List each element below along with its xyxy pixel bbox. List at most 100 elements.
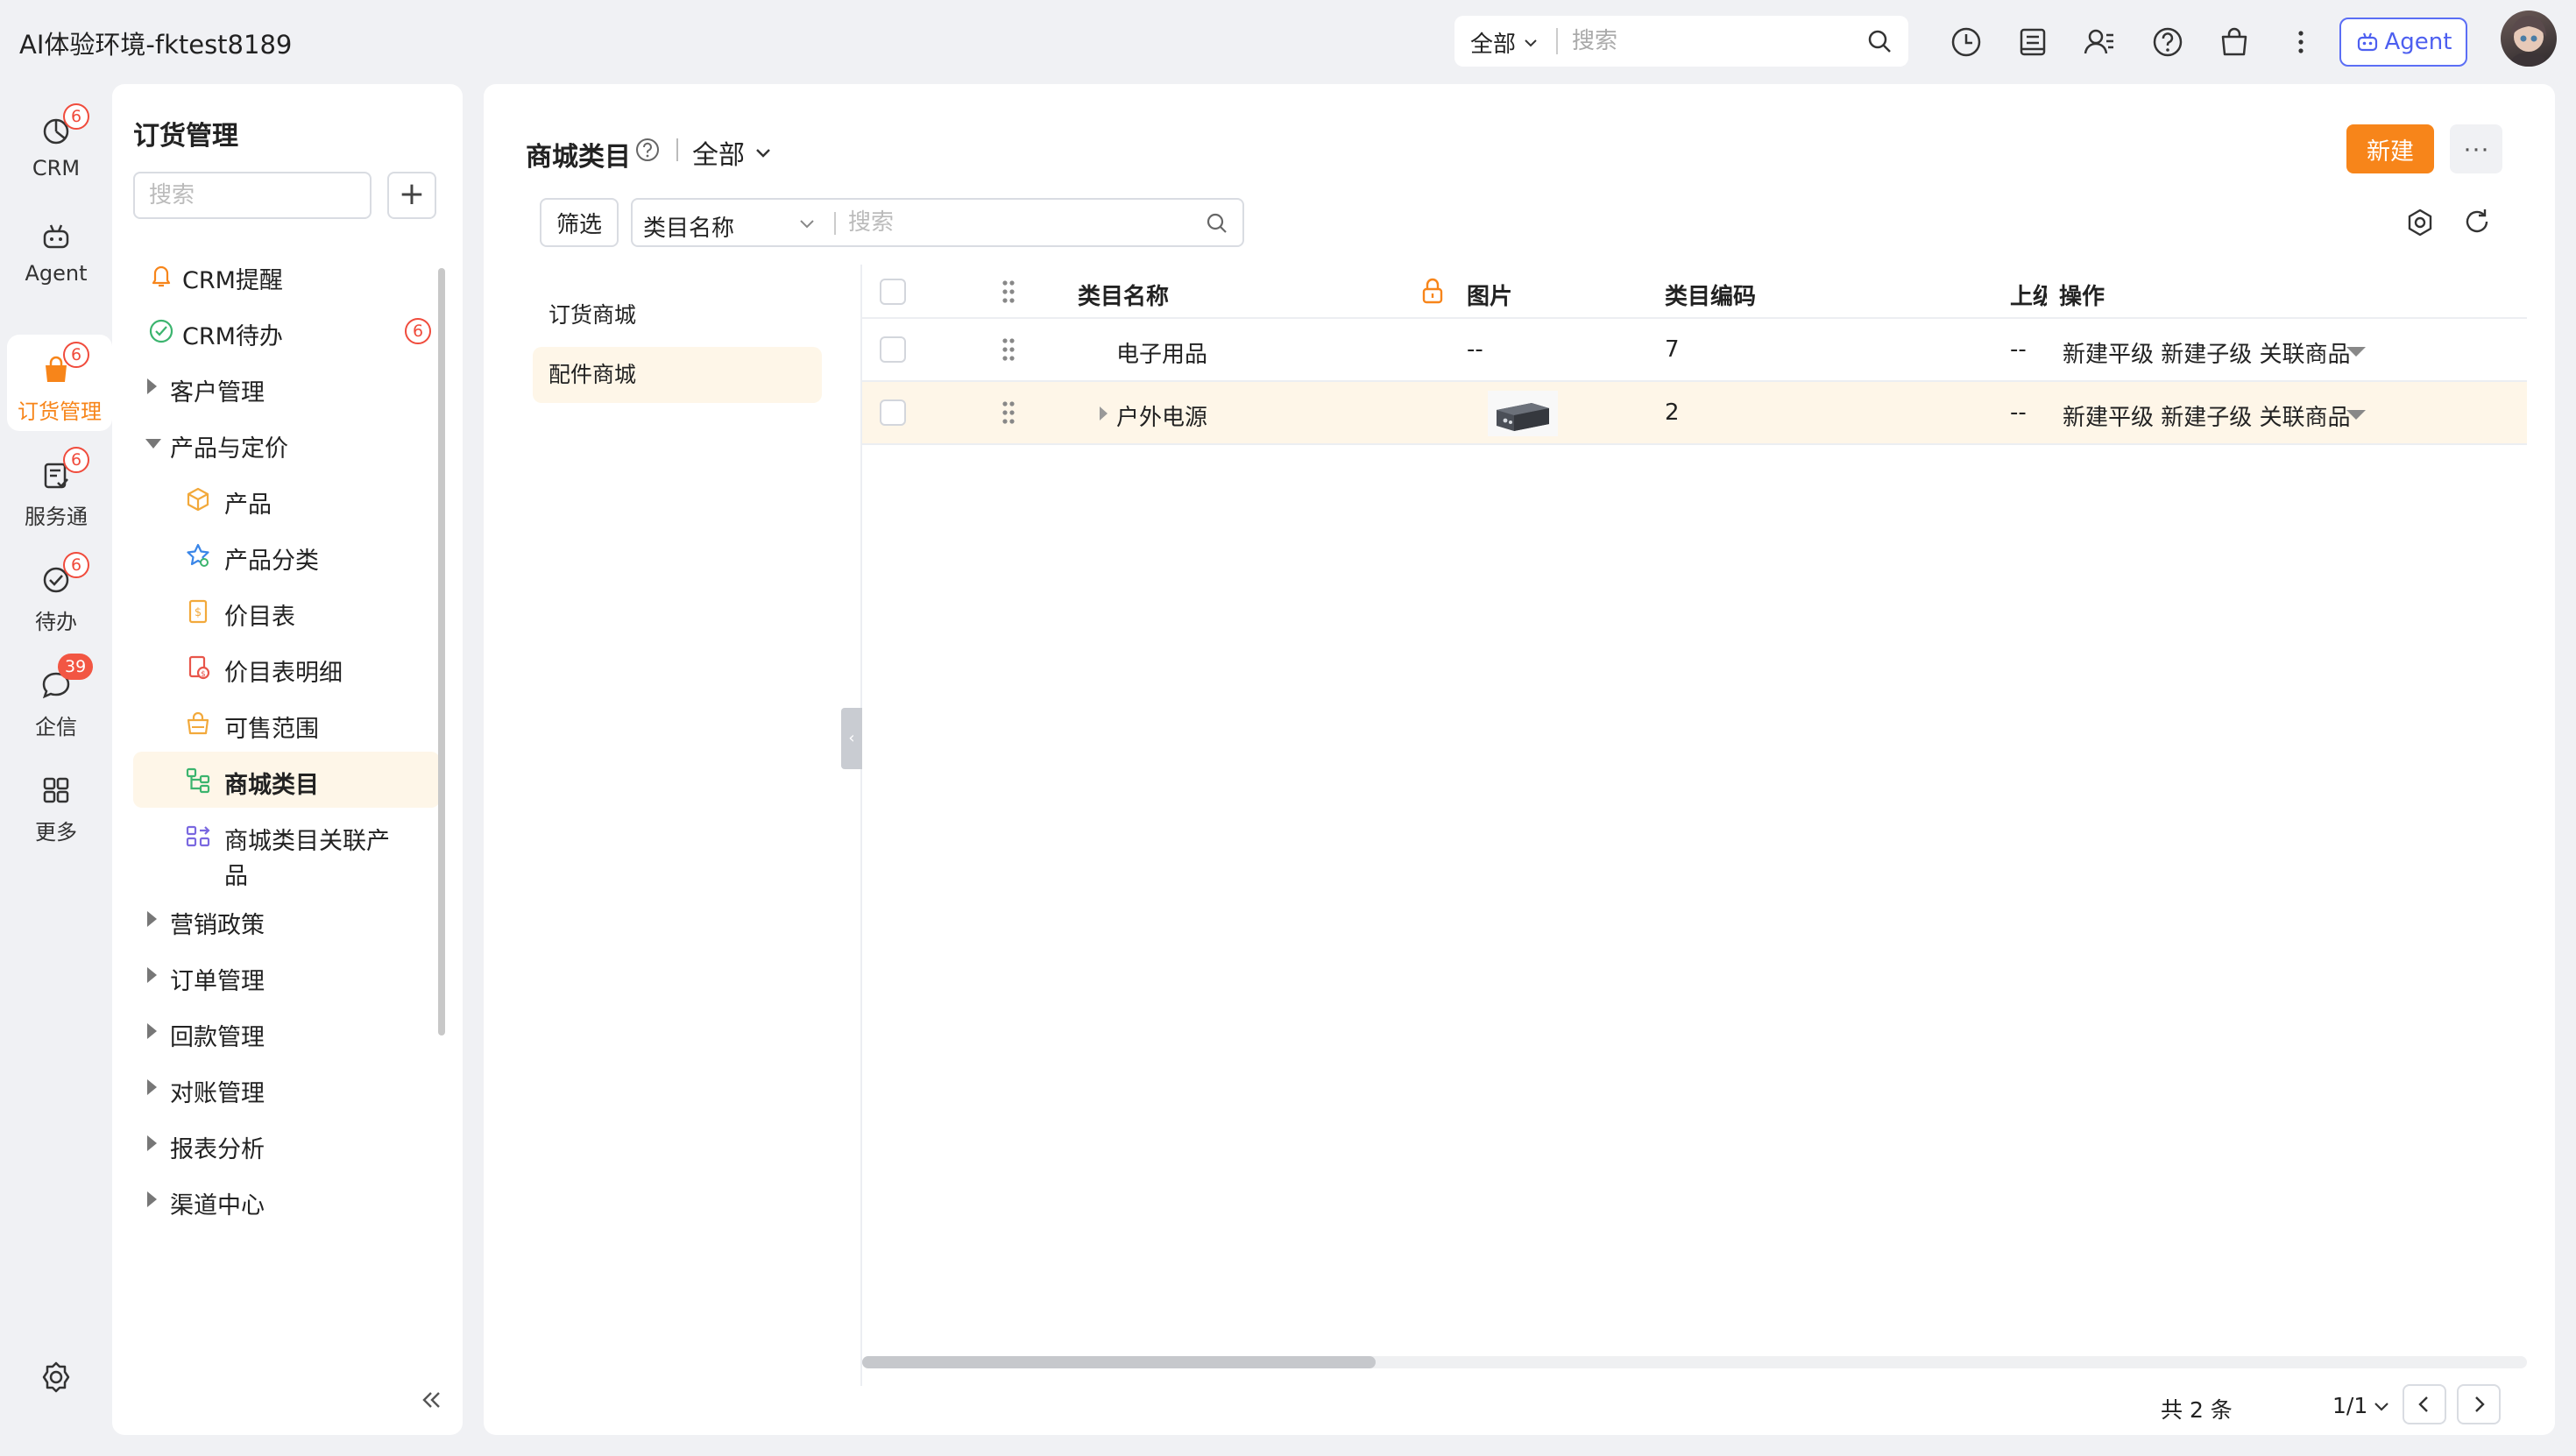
search-input[interactable] (848, 205, 1181, 240)
cell-parent: -- (2010, 399, 2027, 426)
chevron-down-icon (1525, 39, 1537, 46)
sidebar-item-label: 可售范围 (224, 716, 319, 743)
filter-button[interactable]: 筛选 (540, 198, 619, 247)
view-settings-icon[interactable] (2404, 207, 2436, 238)
sidebar-item-price-detail[interactable]: $ 价目表明细 (133, 640, 440, 696)
table-header: 类目名称 图片 类目编码 上级 操作 (862, 265, 2527, 319)
sidebar-item-badge: 6 (405, 318, 431, 344)
avatar-image (2509, 16, 2548, 67)
sidebar-scrollbar[interactable] (438, 268, 445, 1035)
avatar[interactable] (2501, 11, 2557, 67)
sidebar-item-mall-category[interactable]: 商城类目 (133, 752, 440, 808)
rail-item-chat[interactable]: 39 企信 (0, 650, 112, 746)
sidebar-item-reports[interactable]: 报表分析 (133, 1116, 440, 1172)
sidebar-item-payments[interactable]: 回款管理 (133, 1004, 440, 1060)
row-actions[interactable]: 新建平级 新建子级 关联商品 (2063, 336, 2351, 369)
more-vertical-icon[interactable] (2282, 23, 2320, 61)
product-image[interactable] (1488, 391, 1558, 436)
sidebar-item-product-pricing[interactable]: 产品与定价 (133, 415, 440, 471)
column-header-name[interactable]: 类目名称 (1078, 279, 1169, 311)
pager-page-select[interactable]: 1/1 (2332, 1393, 2390, 1418)
drag-handle-icon[interactable] (1001, 399, 1016, 426)
search-scope-select[interactable]: 全部 (1470, 26, 1539, 59)
rail-item-todo[interactable]: 6 待办 (0, 545, 112, 641)
rail-item-service[interactable]: 6 服务通 (0, 440, 112, 536)
help-icon[interactable] (2148, 23, 2187, 61)
cell-parent: -- (2010, 336, 2027, 363)
field-search: 类目名称 (631, 198, 1244, 247)
scrollbar-thumb[interactable] (862, 1356, 1376, 1368)
agent-icon (43, 224, 69, 249)
column-header-code[interactable]: 类目编码 (1665, 279, 1756, 311)
sidebar-item-sale-scope[interactable]: 可售范围 (133, 696, 440, 752)
gear-icon[interactable] (39, 1360, 74, 1395)
sidebar-item-orders[interactable]: 订单管理 (133, 948, 440, 1004)
column-header-parent[interactable]: 上级 (2010, 279, 2047, 311)
cell-name: 户外电源 (1116, 405, 1208, 431)
global-search-input[interactable] (1572, 21, 1852, 61)
sidebar-item-customer[interactable]: 客户管理 (133, 359, 440, 415)
sidebar-item-marketing[interactable]: 营销政策 (133, 892, 440, 948)
chevron-down-icon[interactable] (797, 214, 817, 233)
lock-icon[interactable] (1419, 277, 1446, 305)
rail-item-crm[interactable]: 6 CRM (0, 96, 112, 193)
collapse-left-icon[interactable] (415, 1384, 447, 1416)
agent-button[interactable]: Agent (2339, 18, 2467, 67)
next-page-button[interactable] (2457, 1384, 2501, 1424)
caret-down-icon (145, 439, 161, 449)
caret-down-icon[interactable] (2346, 347, 2366, 357)
mall-item-ordering[interactable]: 订货商城 (533, 287, 822, 343)
contacts-icon[interactable] (2080, 23, 2119, 61)
divider (834, 212, 836, 235)
caret-right-icon (147, 911, 157, 927)
select-all-checkbox[interactable] (880, 279, 906, 305)
price-list-icon: $ (188, 599, 208, 624)
row-checkbox[interactable] (880, 399, 906, 426)
drag-handle-icon[interactable] (1001, 336, 1016, 363)
add-button[interactable]: + (387, 172, 436, 219)
notes-icon[interactable] (2013, 23, 2052, 61)
sidebar-item-label: 订单管理 (170, 968, 265, 995)
chevron-left-icon (2418, 1396, 2428, 1412)
scope-select[interactable]: 全部 (692, 133, 773, 172)
sidebar-item-label: CRM待办 (182, 323, 283, 350)
help-icon[interactable] (634, 137, 661, 163)
rail-item-more[interactable]: 更多 (0, 755, 112, 852)
svg-text:$: $ (201, 670, 206, 679)
new-button[interactable]: 新建 (2346, 124, 2434, 173)
prev-page-button[interactable] (2403, 1384, 2446, 1424)
sidebar-item-product[interactable]: 产品 (133, 471, 440, 527)
caret-down-icon[interactable] (2346, 410, 2366, 420)
sidebar-item-channels[interactable]: 渠道中心 (133, 1172, 440, 1228)
refresh-icon[interactable] (2462, 207, 2492, 237)
sidebar-item-crm-todo[interactable]: CRM待办 6 (133, 303, 440, 359)
column-header-image[interactable]: 图片 (1467, 279, 1512, 311)
more-button[interactable]: ··· (2450, 124, 2502, 173)
mall-item-parts[interactable]: 配件商城 (533, 347, 822, 403)
search-icon[interactable] (1866, 28, 1893, 54)
shopping-bag-icon[interactable] (2215, 23, 2254, 61)
sidebar-item-price-list[interactable]: $ 价目表 (133, 583, 440, 640)
rail-item-ordering[interactable]: 6 订货管理 (7, 335, 112, 431)
global-search: 全部 (1454, 16, 1908, 67)
sidebar-item-mall-category-products[interactable]: 商城类目关联产 品 (133, 808, 440, 890)
table-row[interactable]: 户外电源 2 -- 新建平级 新建子级 关联商品 (862, 382, 2527, 445)
sidebar-item-product-category[interactable]: 产品分类 (133, 527, 440, 583)
sidebar-item-crm-reminder[interactable]: CRM提醒 (133, 247, 440, 303)
sidebar-item-reconciliation[interactable]: 对账管理 (133, 1060, 440, 1116)
sidebar-search-input[interactable] (133, 172, 372, 219)
horizontal-scrollbar[interactable] (862, 1356, 2527, 1368)
row-actions[interactable]: 新建平级 新建子级 关联商品 (2063, 399, 2351, 432)
clock-icon[interactable] (1947, 23, 1985, 61)
table-row[interactable]: 电子用品 -- 7 -- 新建平级 新建子级 关联商品 (862, 319, 2527, 382)
collapse-panel-handle[interactable]: ‹ (841, 708, 862, 769)
pager-total: 共 2 条 (2161, 1397, 2233, 1423)
robot-icon (2357, 32, 2377, 52)
sidebar-item-label: 客户管理 (170, 379, 265, 406)
field-select[interactable]: 类目名称 (643, 210, 734, 243)
search-icon[interactable] (1206, 212, 1228, 235)
expand-row-icon[interactable] (1097, 405, 1109, 422)
row-checkbox[interactable] (880, 336, 906, 363)
bell-icon (152, 265, 171, 287)
rail-item-agent[interactable]: Agent (0, 201, 112, 298)
